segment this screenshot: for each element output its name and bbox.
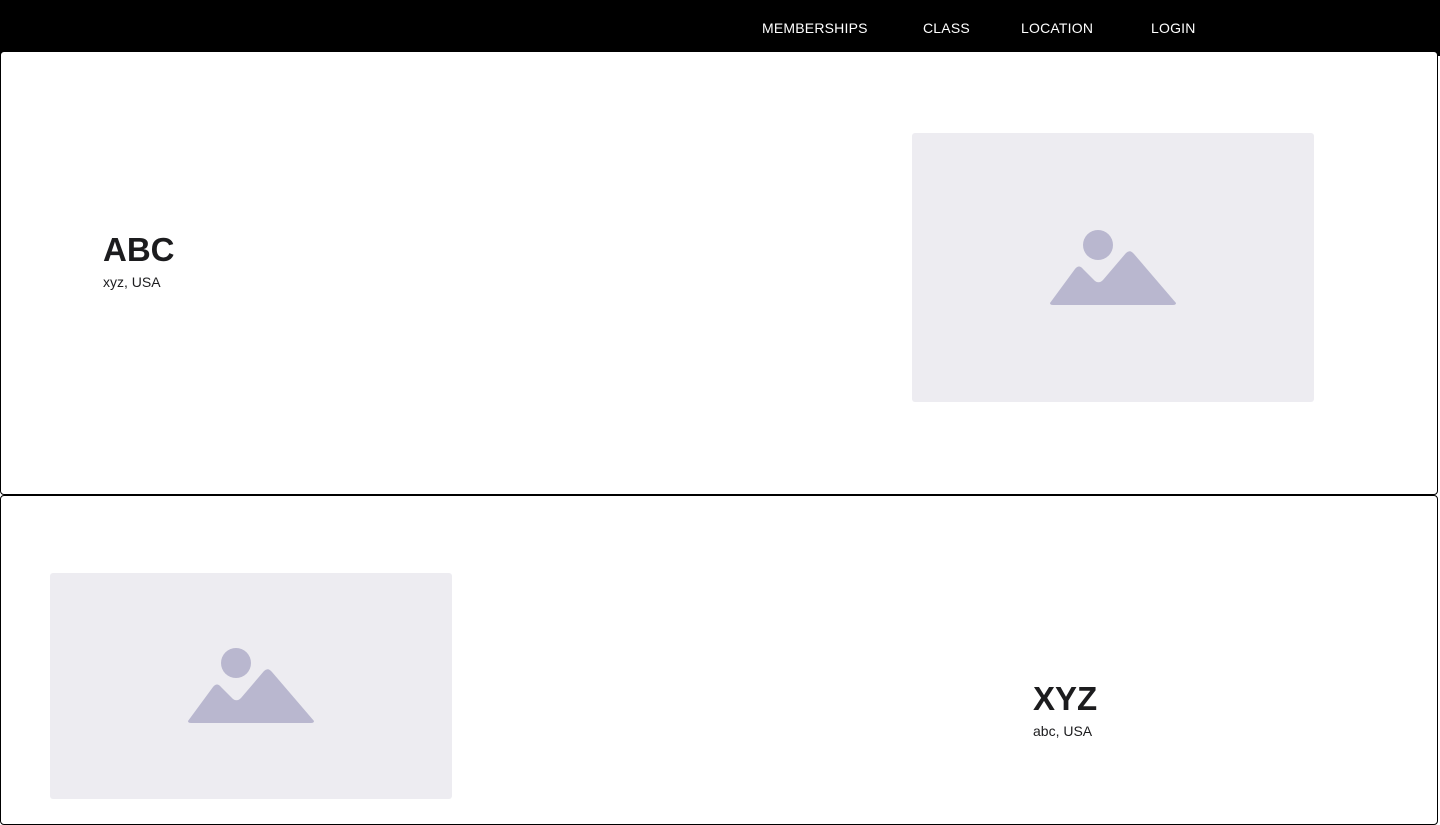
nav-class-link[interactable]: CLASS — [923, 19, 970, 37]
location-address: abc, USA — [1033, 723, 1093, 739]
nav-memberships-link[interactable]: MEMBERSHIPS — [762, 19, 868, 37]
location-image — [50, 573, 452, 799]
location-address: xyz, USA — [103, 274, 161, 290]
location-card-xyz: XYZ abc, USA — [0, 495, 1438, 825]
image-placeholder-icon — [188, 648, 314, 723]
location-title: ABC — [103, 231, 175, 268]
location-card-abc: ABC xyz, USA — [0, 51, 1438, 495]
location-title: XYZ — [1033, 680, 1098, 717]
image-placeholder-icon — [1050, 229, 1176, 305]
top-navigation-bar: MEMBERSHIPS CLASS LOCATION LOGIN — [0, 0, 1440, 56]
nav-location-link[interactable]: LOCATION — [1021, 19, 1093, 37]
nav-login-link[interactable]: LOGIN — [1151, 19, 1196, 37]
location-image — [912, 133, 1314, 402]
